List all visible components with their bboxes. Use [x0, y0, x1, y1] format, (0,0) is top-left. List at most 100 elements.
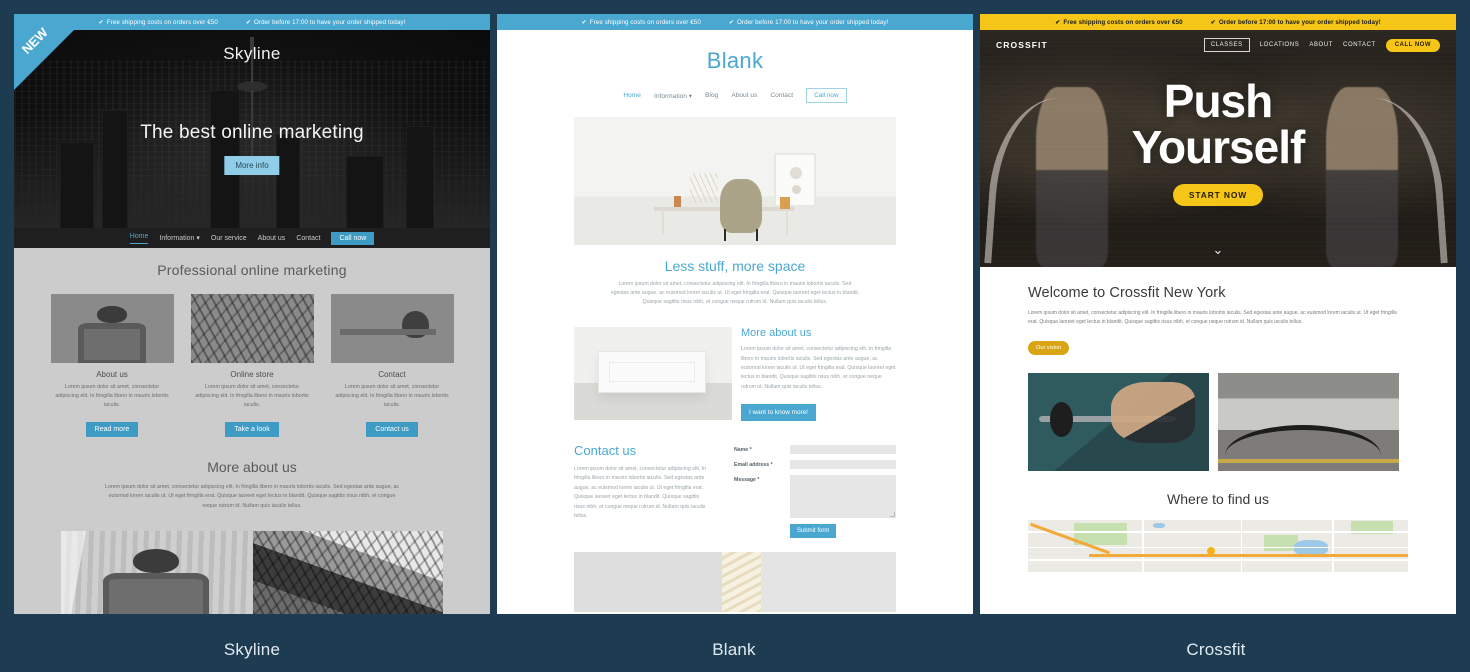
crossfit-call-now-button[interactable]: CALL NOW	[1385, 38, 1440, 52]
stairs-shape	[722, 552, 761, 613]
skyline-take-a-look-button[interactable]: Take a look	[225, 422, 279, 437]
announcement-shipping-text: Free shipping costs on orders over €50	[106, 18, 218, 26]
blank-contact-row: Contact us Lorem ipsum dolor sit amet, c…	[574, 443, 896, 539]
crossfit-hero-line1: Push	[1163, 75, 1273, 127]
skyline-feature-image-store	[190, 294, 314, 363]
skyline-feature-column: Online store Lorem ipsum dolor sit amet,…	[190, 294, 314, 437]
skyline-feature-columns: About us Lorem ipsum dolor sit amet, con…	[14, 294, 490, 437]
message-textarea[interactable]	[790, 475, 896, 519]
skyline-nav-about-us[interactable]: About us	[258, 235, 286, 242]
skyline-feature-title: Online store	[230, 370, 274, 379]
crossfit-our-vision-button[interactable]: Our vision	[1028, 340, 1070, 355]
skyline-gallery-image-towers	[253, 530, 443, 614]
crossfit-nav-contact[interactable]: CONTACT	[1343, 42, 1376, 48]
skyline-feature-column: About us Lorem ipsum dolor sit amet, con…	[50, 294, 174, 437]
announcement-item-cutoff: ✔ Order before 17:00 to have your order …	[246, 19, 406, 26]
map-water-area	[1153, 522, 1165, 528]
dried-plant-icon	[690, 173, 718, 203]
check-icon: ✔	[1055, 19, 1061, 26]
blank-about-row: More about us Lorem ipsum dolor sit amet…	[574, 327, 896, 422]
chair-legs-shape	[724, 229, 758, 241]
submit-form-button[interactable]: Submit form	[790, 524, 837, 539]
announcement-shipping-text: Free shipping costs on orders over €50	[1063, 18, 1183, 26]
blank-contact-form[interactable]: Name * Email address * Message * Submit …	[734, 443, 896, 539]
template-cards-container: NEW ✔ Free shipping costs on orders over…	[0, 0, 1470, 628]
skyline-nav-our-service[interactable]: Our service	[211, 235, 247, 242]
crossfit-nav-locations[interactable]: LOCATIONS	[1260, 42, 1300, 48]
blank-footer-image-stairs	[574, 552, 896, 613]
template-label-crossfit: Crossfit	[1186, 640, 1246, 659]
skyline-bottom-gallery	[14, 530, 490, 614]
blank-hero-image-desk	[574, 117, 896, 245]
skyline-contact-us-button[interactable]: Contact us	[366, 422, 418, 437]
announcement-item-cutoff: ✔ Order before 17:00 to have your order …	[729, 19, 889, 26]
blank-nav-home[interactable]: Home	[623, 92, 641, 99]
check-icon: ✔	[98, 19, 104, 26]
skyline-nav-home[interactable]: Home	[129, 233, 149, 244]
blank-navigation[interactable]: Home Information ▾ Blog About us Contact…	[497, 88, 973, 103]
blank-nav-blog[interactable]: Blog	[705, 92, 718, 99]
skyline-feature-text: Lorem ipsum dolor sit amet, consectetur …	[195, 384, 309, 408]
name-input[interactable]	[790, 445, 896, 455]
skyline-gallery-image-man	[61, 530, 251, 614]
skyline-nav-contact[interactable]: Contact	[296, 235, 320, 242]
form-row-email: Email address *	[734, 460, 896, 470]
check-icon: ✔	[245, 19, 251, 26]
crossfit-map[interactable]	[1028, 519, 1408, 572]
crossfit-hero: CROSSFIT CLASSES LOCATIONS ABOUT CONTACT…	[980, 30, 1456, 267]
template-labels-row: Skyline Blank Crossfit	[0, 628, 1470, 672]
blank-content-body: Blank Home Information ▾ Blog About us C…	[497, 30, 973, 614]
map-road	[1028, 559, 1408, 561]
crossfit-content-body: Welcome to Crossfit New York Lorem ipsum…	[980, 267, 1456, 572]
name-label: Name *	[734, 447, 752, 454]
crossfit-welcome-text: Lorem ipsum dolor sit amet, consectetur …	[1028, 310, 1397, 326]
skyline-read-more-button[interactable]: Read more	[85, 422, 139, 437]
blank-nav-information[interactable]: Information ▾	[654, 92, 692, 100]
blank-call-now-button[interactable]: Call now	[806, 88, 847, 103]
crossfit-nav-classes[interactable]: CLASSES	[1203, 38, 1250, 52]
skyline-more-info-button[interactable]: More info	[224, 156, 280, 175]
crossfit-gallery-image-ropes	[1218, 372, 1399, 471]
skyline-nav-information[interactable]: Information ▾	[159, 234, 199, 242]
announcement-bar-crossfit: ✔ Free shipping costs on orders over €50…	[980, 14, 1456, 30]
map-road	[1332, 519, 1334, 572]
chair-shape	[720, 179, 762, 233]
blank-contact-text: Lorem ipsum dolor sit amet, consectetur …	[574, 466, 707, 519]
skyline-navigation[interactable]: Home Information ▾ Our service About us …	[14, 228, 490, 248]
announcement-cutoff-text: Order before 17:00 to have your order sh…	[737, 18, 889, 26]
blank-about-text-block: More about us Lorem ipsum dolor sit amet…	[732, 327, 896, 422]
crossfit-gallery-image-barbell	[1028, 372, 1209, 471]
blank-nav-contact[interactable]: Contact	[770, 92, 793, 99]
skyline-building	[346, 156, 384, 230]
announcement-cutoff-text: Order before 17:00 to have your order sh…	[254, 18, 406, 26]
blank-about-image	[574, 327, 732, 421]
crossfit-nav-about[interactable]: ABOUT	[1309, 42, 1333, 48]
form-spacer	[734, 524, 790, 538]
radiator-shape	[598, 351, 706, 394]
blank-nav-about-us[interactable]: About us	[731, 92, 757, 99]
crossfit-welcome-title: Welcome to Crossfit New York	[1028, 285, 1226, 301]
email-input[interactable]	[790, 460, 896, 470]
template-card-skyline[interactable]: NEW ✔ Free shipping costs on orders over…	[14, 14, 490, 614]
skyline-call-now-button[interactable]: Call now	[331, 231, 375, 245]
check-icon: ✔	[581, 19, 587, 26]
crossfit-topbar: CROSSFIT CLASSES LOCATIONS ABOUT CONTACT…	[980, 30, 1456, 60]
template-card-crossfit[interactable]: ✔ Free shipping costs on orders over €50…	[980, 14, 1456, 614]
skyline-feature-text: Lorem ipsum dolor sit amet, consectetur …	[55, 384, 169, 408]
chevron-down-icon[interactable]: ⌄	[1213, 242, 1224, 258]
template-label-skyline: Skyline	[223, 640, 281, 659]
blank-contact-text-block: Contact us Lorem ipsum dolor sit amet, c…	[574, 443, 734, 538]
map-road	[1028, 530, 1408, 533]
skyline-more-about-title: More about us	[207, 459, 297, 475]
skyline-more-about-text: Lorem ipsum dolor sit amet, consectetur …	[104, 484, 400, 509]
blank-know-more-button[interactable]: I want to know more!	[741, 404, 816, 422]
template-card-blank[interactable]: ✔ Free shipping costs on orders over €50…	[497, 14, 973, 614]
skyline-hero-headline: The best online marketing	[140, 122, 364, 143]
crossfit-gallery	[1028, 372, 1408, 471]
desk-leg	[786, 209, 788, 235]
skyline-section-title: Professional online marketing	[157, 262, 347, 278]
form-row-submit: Submit form	[734, 524, 896, 539]
map-road	[1028, 546, 1408, 549]
crossfit-navigation[interactable]: CLASSES LOCATIONS ABOUT CONTACT CALL NOW	[1203, 38, 1440, 52]
crossfit-start-now-button[interactable]: START NOW	[1172, 184, 1264, 206]
